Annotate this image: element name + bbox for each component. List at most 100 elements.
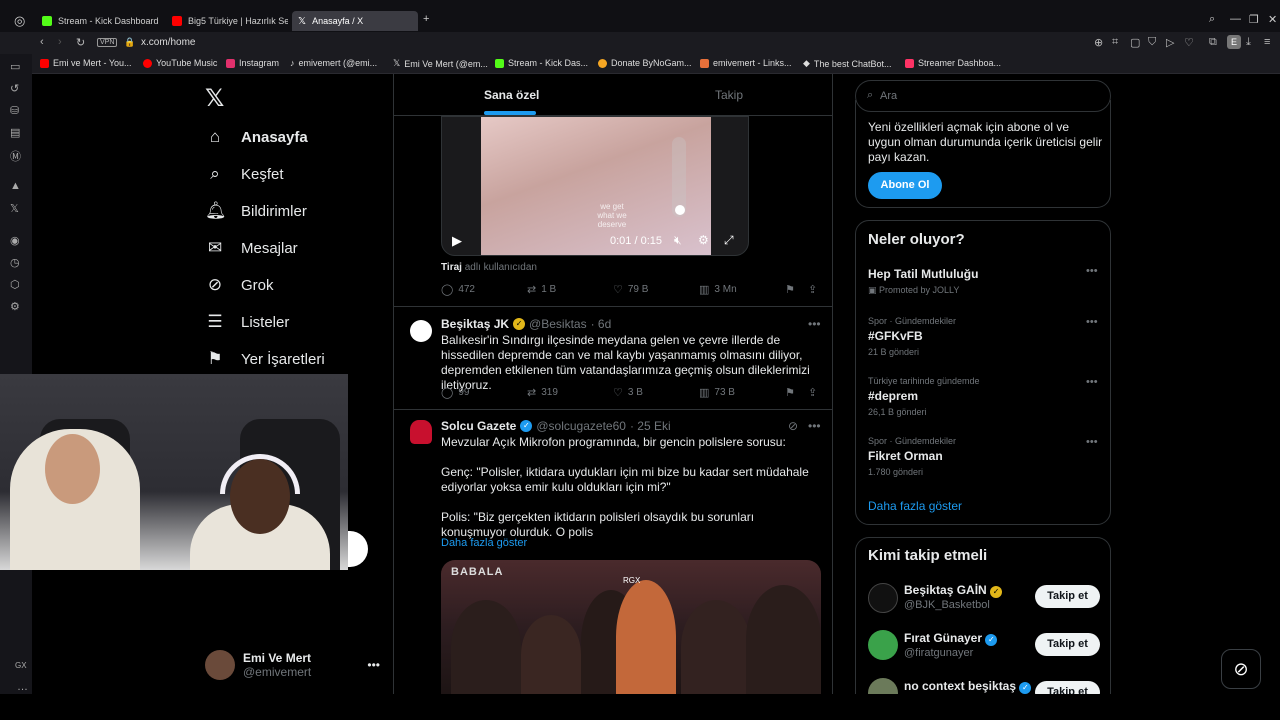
tab-x-home[interactable]: 𝕏 Anasayfa / X (292, 11, 418, 31)
views-button[interactable]: ▥ 73 B (699, 386, 735, 399)
player-icon[interactable]: ▷ (1166, 36, 1174, 49)
nav-notifications[interactable]: 🔔︎ Bildirimler (205, 201, 307, 221)
more-icon[interactable]: ••• (367, 658, 380, 672)
retweet-button[interactable]: ⇄ 319 (527, 386, 558, 399)
nav-explore[interactable]: ⌕ Keşfet (205, 164, 283, 184)
mute-icon[interactable]: 🔇︎ (674, 233, 682, 248)
shield-icon[interactable]: ⛉ (1148, 36, 1156, 49)
trend-name[interactable]: #deprem (868, 389, 918, 403)
follow-name[interactable]: Beşiktaş GAİN ✓ (904, 583, 1003, 598)
capture-icon[interactable]: ⌗ (1112, 36, 1118, 49)
solcu-gazete-logo[interactable] (410, 420, 432, 444)
tab-following[interactable]: Takip (715, 88, 743, 102)
nav-grok[interactable]: ⊘ Grok (205, 275, 274, 295)
video-source[interactable]: Tiraj adlı kullanıcıdan (441, 262, 537, 273)
bookmark-item[interactable]: Instagram (226, 58, 279, 68)
profile-icon[interactable]: E (1227, 35, 1241, 49)
video-player[interactable]: we get what we deserve ▶ 0:01 / 0:15 🔇︎ … (441, 116, 749, 256)
tab-kick-dashboard[interactable]: Stream - Kick Dashboard (36, 11, 164, 31)
like-button[interactable]: ♡ 3 B (613, 386, 643, 399)
besiktas-logo[interactable] (410, 320, 432, 342)
show-more-link[interactable]: Daha fazla göster (441, 537, 527, 549)
download-icon[interactable]: ⤓ (1246, 36, 1251, 49)
bookmark-item[interactable]: emivemert - Links... (700, 58, 792, 68)
tweet-time[interactable]: · 25 Eki (630, 419, 671, 433)
play-icon[interactable]: ▶ (452, 233, 462, 249)
search-tabs-icon[interactable]: ⌕ (1209, 13, 1215, 26)
x-logo-icon[interactable]: 𝕏 (205, 84, 224, 113)
zoom-icon[interactable]: ⊕ (1094, 36, 1103, 49)
close-icon[interactable]: ✕ (1268, 13, 1277, 26)
wallet-icon[interactable]: ▤ (10, 126, 20, 139)
avatar[interactable] (868, 583, 898, 613)
snapshot-icon[interactable]: ▢ (1130, 36, 1140, 49)
bookmark-item[interactable]: Stream - Kick Das... (495, 58, 588, 68)
author-name[interactable]: Solcu Gazete (441, 419, 516, 433)
grok-explain-icon[interactable]: ⊘ (788, 419, 798, 433)
follow-name[interactable]: Fırat Günayer ✓ (904, 631, 998, 646)
nav-lists[interactable]: ☰ Listeler (205, 312, 289, 332)
tab-big5[interactable]: Big5 Türkiye | Hazırlık Se (166, 11, 288, 31)
follow-button[interactable]: Takip et (1035, 633, 1100, 656)
forward-icon[interactable]: › (58, 36, 62, 48)
trend-more-icon[interactable]: ••• (1086, 436, 1098, 448)
show-more-trends-link[interactable]: Daha fazla göster (868, 499, 962, 513)
bookmark-item[interactable]: Emi ve Mert - You... (40, 58, 132, 68)
back-icon[interactable]: ‹ (40, 36, 44, 48)
tweet-more-icon[interactable]: ••• (808, 317, 821, 331)
history-icon[interactable]: ↺ (10, 82, 19, 95)
share-button[interactable]: ⇪ (808, 386, 817, 399)
reload-icon[interactable]: ↻ (76, 36, 85, 49)
tab-for-you[interactable]: Sana özel (484, 88, 539, 102)
bookmark-item[interactable]: ♪ emivemert (@emi... (290, 58, 377, 68)
retweet-button[interactable]: ⇄ 1 B (527, 283, 556, 296)
url-field[interactable]: x.com/home (141, 37, 195, 48)
volume-knob[interactable] (675, 205, 685, 215)
tweet-more-icon[interactable]: ••• (808, 419, 821, 433)
more-icon[interactable]: … (17, 681, 28, 693)
author-handle[interactable]: @solcugazete60 (536, 419, 626, 433)
extensions-icon[interactable]: ⧉ (1209, 36, 1217, 49)
author-handle[interactable]: @Besiktas (529, 317, 587, 331)
bookmark-item[interactable]: Streamer Dashboa... (905, 58, 1001, 68)
author-name[interactable]: Beşiktaş JK (441, 317, 509, 331)
gx-label[interactable]: GX (15, 661, 27, 670)
grok-floating-button[interactable]: ⊘ (1221, 649, 1261, 689)
restore-icon[interactable]: ❐ (1249, 13, 1259, 26)
account-switcher[interactable]: Emi Ve Mert @emivemert ••• (205, 650, 380, 680)
trend-name[interactable]: Hep Tatil Mutluluğu (868, 267, 978, 281)
tweet-image[interactable]: BABALA RGX (441, 560, 821, 694)
bookmark-button[interactable]: ⚑ (785, 283, 795, 296)
bookmark-item[interactable]: YouTube Music (143, 58, 217, 68)
follow-button[interactable]: Takip et (1035, 585, 1100, 608)
nav-messages[interactable]: ✉ Mesajlar (205, 238, 298, 258)
trend-name[interactable]: Fikret Orman (868, 449, 943, 463)
x-rail-icon[interactable]: 𝕏 (10, 202, 19, 215)
nav-home[interactable]: ⌂ Anasayfa (205, 127, 308, 147)
fullscreen-icon[interactable]: ⤢ (724, 233, 734, 248)
opera-logo-icon[interactable]: ◎ (14, 13, 25, 29)
avatar[interactable] (868, 630, 898, 660)
target-icon[interactable]: ◉ (10, 234, 20, 247)
clock-icon[interactable]: ◷ (10, 256, 20, 269)
messenger-icon[interactable]: Ⓜ (10, 148, 21, 164)
vpn-badge[interactable]: VPN (97, 38, 118, 47)
bookmark-button[interactable]: ⚑ (785, 386, 795, 399)
reply-button[interactable]: ◯ 99 (441, 386, 469, 399)
reply-button[interactable]: ◯ 472 (441, 283, 475, 296)
follow-name[interactable]: no context beşiktaş ✓ (904, 679, 1032, 694)
share-button[interactable]: ⇪ (808, 283, 817, 296)
trend-more-icon[interactable]: ••• (1086, 265, 1098, 277)
kick-rail-icon[interactable]: ▲ (10, 180, 21, 192)
new-tab-button[interactable]: + (423, 13, 429, 25)
trend-more-icon[interactable]: ••• (1086, 376, 1098, 388)
nav-bookmarks[interactable]: ⚑ Yer İşaretleri (205, 349, 324, 369)
bookmark-item[interactable]: 𝕏 Emi Ve Mert (@em... (393, 58, 488, 69)
menu-icon[interactable]: ≡ (1264, 36, 1270, 48)
cube-icon[interactable]: ⬡ (10, 278, 20, 291)
heart-icon[interactable]: ♡ (1184, 36, 1194, 49)
tweet-time[interactable]: · 6d (591, 317, 612, 331)
bookmark-item[interactable]: Donate ByNoGam... (598, 58, 692, 68)
workspace-icon[interactable]: ▭ (10, 60, 20, 73)
settings-icon[interactable]: ⚙ (10, 300, 20, 313)
